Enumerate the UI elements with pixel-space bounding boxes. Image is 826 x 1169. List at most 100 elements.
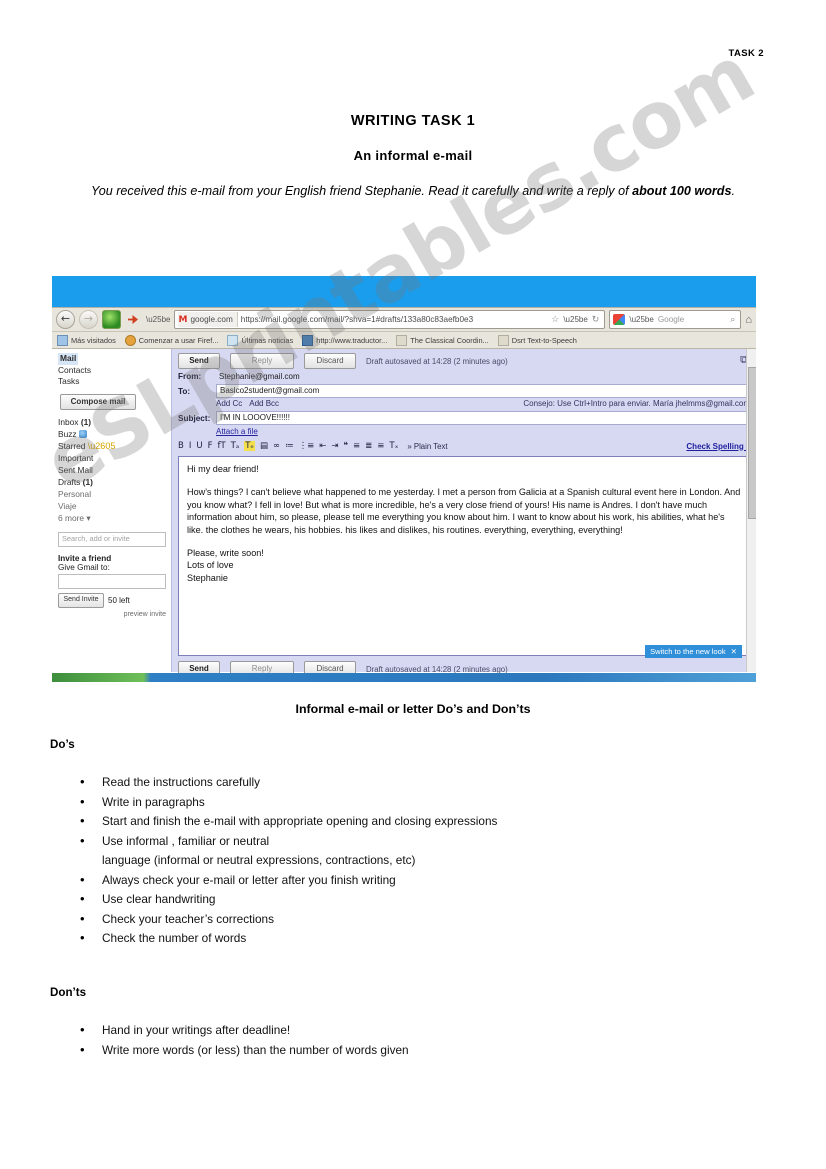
quote-icon[interactable]: ❝	[343, 441, 348, 451]
font-family-icon[interactable]: F	[208, 441, 213, 451]
reply-button-top[interactable]: Reply	[230, 353, 294, 369]
link-icon[interactable]: ∞	[273, 441, 280, 451]
address-bar-actions: ☆ \u25be ↻	[551, 314, 601, 325]
list-item: Write more words (or less) than the numb…	[78, 1040, 409, 1061]
from-field-row: From: Stephanie@gmail.com	[178, 372, 750, 381]
label-personal[interactable]: Personal	[58, 488, 166, 500]
folder-inbox[interactable]: Inbox (1)	[58, 416, 166, 428]
label-more-toggle[interactable]: 6 more ▾	[58, 512, 166, 524]
scrollbar-thumb[interactable]	[748, 367, 756, 519]
send-invite-button[interactable]: Send Invite	[58, 592, 104, 608]
from-value: Stephanie@gmail.com	[219, 372, 300, 381]
page-subtitle: An informal e-mail	[353, 148, 473, 163]
browser-viewport: Mail Contacts Tasks Compose mail Inbox (…	[52, 349, 756, 677]
text-color-icon[interactable]: Tₐ	[231, 441, 240, 451]
italic-icon[interactable]: I	[189, 441, 192, 451]
emoticon-icon[interactable]: ▤	[260, 441, 268, 451]
folder-drafts[interactable]: Drafts (1)	[58, 476, 166, 488]
intro-text-part1: You received this e-mail from your Engli…	[91, 184, 633, 198]
folder-buzz[interactable]: Buzz	[58, 428, 166, 440]
bookmark-star-icon[interactable]: ☆	[551, 314, 559, 325]
check-spelling-link[interactable]: Check Spelling ▾	[686, 442, 750, 451]
bookmark-icon	[227, 334, 239, 346]
underline-icon[interactable]: U	[196, 441, 202, 451]
chevron-down-icon[interactable]: \u25be	[629, 315, 653, 324]
bookmark-item[interactable]: http://www.traductor...	[302, 334, 387, 346]
sidebar-item-tasks[interactable]: Tasks	[58, 376, 166, 388]
compose-tip-text: Consejo: Use Ctrl+Intro para enviar. Mar…	[523, 399, 750, 408]
to-input[interactable]: Baslco2student@gmail.com	[216, 384, 750, 398]
address-url-text: https://mail.google.com/mail/?shva=1#dra…	[240, 315, 474, 324]
bookmark-item[interactable]: The Classical Coordin...	[396, 334, 489, 346]
preview-invite-link[interactable]: preview invite	[58, 611, 166, 618]
donts-heading: Don’ts	[50, 986, 87, 999]
remove-formatting-icon[interactable]: Tₓ	[389, 441, 398, 451]
highlight-color-icon[interactable]: Tₑ	[244, 441, 255, 451]
bookmark-item[interactable]: Últimas noticias	[227, 334, 293, 346]
body-paragraph-1: How's things? I can't believe what happe…	[187, 487, 741, 535]
invites-left-count: 50 left	[108, 595, 130, 605]
compose-mail-button[interactable]: Compose mail	[60, 393, 136, 410]
folder-important[interactable]: Important	[58, 452, 166, 464]
bulleted-list-icon[interactable]: ⋮≡	[299, 441, 315, 451]
add-bcc-link[interactable]: Add Bcc	[249, 399, 279, 408]
page-scrollbar[interactable]	[746, 349, 756, 672]
extension-icon[interactable]	[102, 310, 121, 329]
invite-email-field[interactable]	[58, 573, 166, 589]
align-left-icon[interactable]: ≡	[353, 441, 360, 451]
invite-a-friend-heading: Invite a friend	[58, 553, 112, 563]
align-right-icon[interactable]: ≡	[377, 441, 384, 451]
cc-bcc-links: Add Cc Add Bcc Consejo: Use Ctrl+Intro p…	[216, 399, 750, 408]
sidebar-item-contacts[interactable]: Contacts	[58, 365, 166, 377]
forward-button[interactable]: →	[79, 310, 98, 329]
search-magnifier-icon[interactable]: ⌕	[730, 314, 737, 325]
list-item: Check the number of words	[78, 928, 497, 949]
invite-actions: Send Invite 50 left	[58, 592, 166, 608]
numbered-list-icon[interactable]: ≔	[285, 441, 294, 451]
home-icon[interactable]: ⌂	[745, 314, 752, 326]
chevron-down-icon[interactable]: \u25be	[563, 315, 587, 324]
plain-text-link[interactable]: » Plain Text	[407, 442, 447, 451]
bookmark-label: Comenzar a usar Firef...	[138, 335, 219, 345]
bookmark-item[interactable]: Dsrt Text-to-Speech	[497, 334, 577, 346]
folder-starred[interactable]: Starred \u2605	[58, 440, 166, 452]
formatting-toolbar: B I U F fT Tₐ Tₑ ▤ ∞ ≔ ⋮≡ ⇤ ⇥ ❝ ≡ ≣ ≡ Tₓ…	[178, 439, 750, 453]
add-cc-link[interactable]: Add Cc	[216, 399, 242, 408]
folder-label: Drafts	[58, 476, 81, 487]
close-icon[interactable]: ✕	[731, 647, 737, 656]
search-input[interactable]: Google	[658, 315, 684, 324]
label-viaje[interactable]: Viaje	[58, 500, 166, 512]
send-button-top[interactable]: Send	[178, 353, 220, 369]
switch-to-new-look-badge[interactable]: Switch to the new look ✕	[645, 645, 742, 658]
list-item: Write in paragraphs	[78, 792, 497, 813]
body-signature: Stephanie	[187, 572, 228, 583]
bookmark-item[interactable]: Comenzar a usar Firef...	[124, 334, 219, 346]
discard-button-top[interactable]: Discard	[304, 353, 356, 369]
indent-icon[interactable]: ⇥	[331, 441, 338, 451]
search-bar[interactable]: \u25be Google ⌕	[609, 310, 742, 329]
font-size-icon[interactable]: fT	[217, 441, 225, 451]
folder-sent-mail[interactable]: Sent Mail	[58, 464, 166, 476]
to-label: To:	[178, 386, 191, 396]
site-identity-chip: M google.com	[178, 312, 238, 327]
align-center-icon[interactable]: ≣	[365, 441, 372, 451]
star-icon: \u2605	[87, 440, 116, 451]
gmail-browser-screenshot: ← → \u25be M google.com https://mail.goo…	[52, 276, 756, 682]
sidebar-item-mail[interactable]: Mail	[58, 353, 166, 365]
chevron-down-icon[interactable]: \u25be	[146, 315, 170, 324]
outdent-icon[interactable]: ⇤	[319, 441, 326, 451]
subject-input[interactable]: I'M IN LOOOVE!!!!!!	[216, 411, 750, 425]
bookmark-item[interactable]: Más visitados	[57, 334, 116, 346]
address-chip-label: google.com	[190, 315, 233, 324]
list-item: Start and finish the e-mail with appropr…	[78, 811, 497, 832]
message-body[interactable]: Hi my dear friend! How's things? I can't…	[178, 456, 750, 656]
address-bar[interactable]: M google.com https://mail.google.com/mai…	[174, 310, 606, 329]
reload-icon[interactable]: ↻	[592, 314, 600, 325]
list-item: Check your teacher’s corrections	[78, 909, 497, 930]
attach-a-file-link[interactable]: Attach a file	[216, 427, 750, 436]
stop-icon[interactable]	[125, 311, 142, 328]
bold-icon[interactable]: B	[178, 441, 184, 451]
chat-search-input[interactable]: Search, add or invite	[58, 531, 166, 547]
to-field-row: To: Baslco2student@gmail.com	[178, 384, 750, 398]
back-button[interactable]: ←	[56, 310, 75, 329]
